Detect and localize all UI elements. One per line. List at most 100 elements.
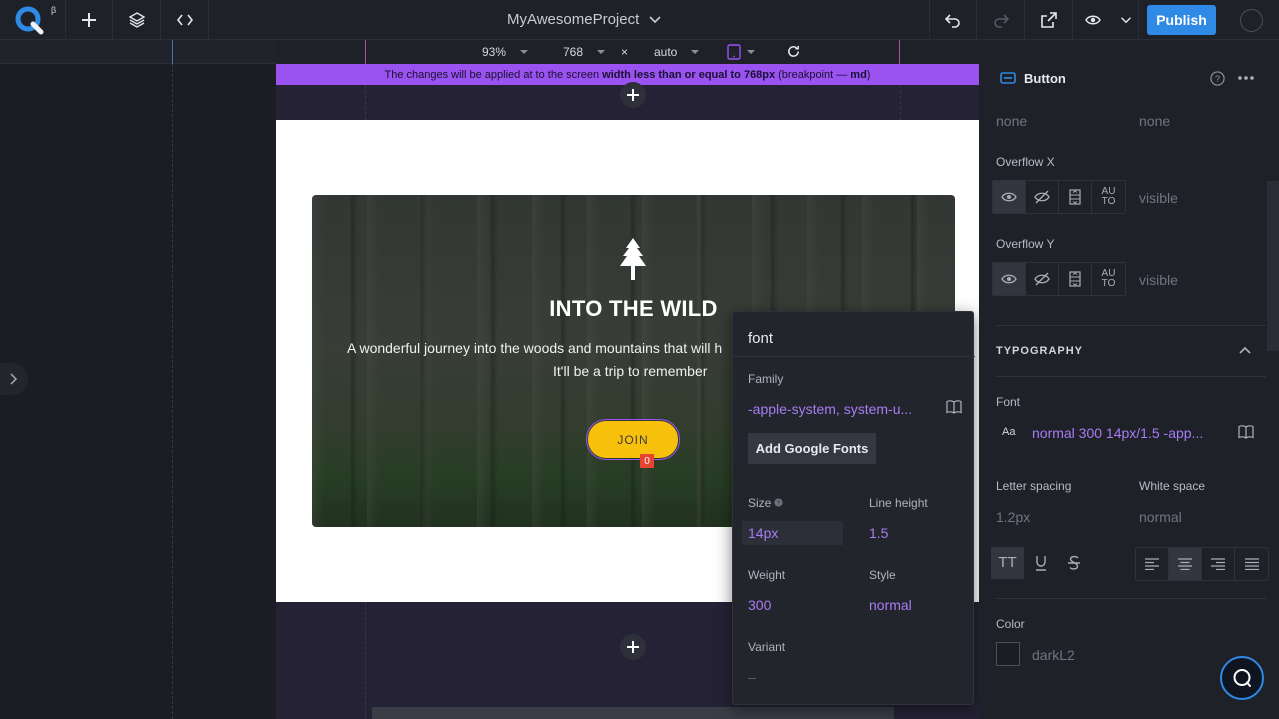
caret-down-icon [691, 50, 700, 54]
code-icon[interactable] [161, 0, 209, 40]
scroll-icon[interactable] [1059, 181, 1092, 213]
book-icon[interactable] [946, 400, 962, 414]
undo-icon[interactable] [929, 0, 977, 40]
divider [733, 356, 975, 357]
breakpoint-prefix: The changes will be applied at to the sc… [384, 68, 600, 81]
user-avatar[interactable] [1240, 9, 1263, 32]
color-value[interactable]: darkL2 [1032, 647, 1075, 663]
typography-section-title[interactable]: TYPOGRAPHY [996, 345, 1083, 357]
width-value: 768 [563, 45, 584, 59]
font-value[interactable]: normal 300 14px/1.5 -app... [1032, 425, 1203, 441]
letter-spacing-value[interactable]: 1.2px [996, 509, 1030, 525]
text-decoration-options: TT [991, 547, 1090, 579]
auto-overflow-option[interactable]: AU TO [1092, 263, 1125, 295]
family-value[interactable]: -apple-system, system-u... [748, 401, 912, 417]
auto-overflow-option[interactable]: AU TO [1092, 181, 1125, 213]
add-google-fonts-button[interactable]: Add Google Fonts [748, 433, 876, 464]
tree-icon [620, 238, 646, 280]
times-sign: × [621, 45, 628, 59]
weight-label: Weight [748, 568, 786, 582]
hidden-eye-slash-icon[interactable] [1026, 181, 1059, 213]
align-right-icon[interactable] [1202, 548, 1235, 580]
more-options-icon[interactable] [1238, 75, 1254, 81]
horizontal-scrollbar[interactable] [372, 707, 894, 719]
project-selector[interactable]: MyAwesomeProject [507, 11, 661, 28]
align-center-icon[interactable] [1169, 548, 1202, 580]
hero-description-line2: It'll be a trip to remember [553, 363, 708, 379]
frame-edge-marker [899, 40, 900, 64]
caret-down-icon [520, 50, 529, 54]
chevron-right-icon [10, 373, 18, 385]
visible-eye-icon[interactable] [993, 263, 1026, 295]
color-label: Color [996, 617, 1025, 631]
underline-icon[interactable] [1024, 547, 1057, 579]
uppercase-text: TT [998, 554, 1017, 571]
guide-line [365, 602, 366, 719]
book-icon[interactable] [1238, 425, 1254, 439]
publish-button[interactable]: Publish [1147, 5, 1216, 35]
none-value-right[interactable]: none [1139, 113, 1170, 129]
chat-bubble-icon [1233, 669, 1251, 687]
style-label: Style [869, 568, 896, 582]
join-button[interactable]: JOIN [586, 419, 680, 460]
button-component-icon [1000, 72, 1016, 84]
redo-icon[interactable] [977, 0, 1025, 40]
white-space-value[interactable]: normal [1139, 509, 1182, 525]
overflow-y-label: Overflow Y [996, 237, 1055, 251]
preview-menu-chevron-icon[interactable] [1113, 0, 1139, 40]
open-external-icon[interactable] [1025, 0, 1073, 40]
font-label: Font [996, 395, 1021, 409]
overflow-y-value[interactable]: visible [1139, 272, 1178, 288]
chat-support-button[interactable] [1220, 656, 1264, 700]
caret-down-icon [747, 50, 755, 54]
chevron-down-icon [649, 15, 661, 23]
height-select[interactable]: auto [654, 45, 700, 59]
overflow-x-label: Overflow X [996, 155, 1055, 169]
help-circle-icon[interactable]: ? [1210, 71, 1225, 86]
zoom-select[interactable]: 93% [482, 45, 529, 59]
family-label: Family [748, 372, 784, 386]
font-popup-title: font [748, 330, 774, 347]
breakpoint-mid: (breakpoint — [778, 68, 848, 81]
line-height-label: Line height [869, 496, 928, 510]
device-select[interactable] [727, 44, 755, 60]
project-name: MyAwesomeProject [507, 11, 640, 28]
text-align-options [1135, 547, 1269, 581]
overflow-y-options: AU TO [992, 262, 1126, 296]
add-section-button-bottom[interactable] [620, 634, 646, 660]
logo-icon[interactable] [14, 5, 46, 35]
line-height-value[interactable]: 1.5 [869, 525, 888, 541]
height-value: auto [654, 45, 678, 59]
overflow-x-value[interactable]: visible [1139, 190, 1178, 206]
add-icon[interactable] [65, 0, 113, 40]
uppercase-option[interactable]: TT [991, 547, 1024, 579]
breakpoint-name: md [850, 68, 867, 81]
visible-eye-icon[interactable] [993, 181, 1026, 213]
weight-value[interactable]: 300 [748, 597, 771, 613]
white-space-label: White space [1139, 479, 1206, 493]
align-justify-icon[interactable] [1235, 548, 1268, 580]
color-swatch[interactable] [996, 642, 1020, 666]
hidden-eye-slash-icon[interactable] [1026, 263, 1059, 295]
size-value: 14px [748, 525, 779, 541]
preview-eye-icon[interactable] [1073, 0, 1113, 40]
panel-scrollbar[interactable] [1267, 181, 1279, 351]
auto-text: AU TO [1101, 268, 1116, 289]
refresh-icon[interactable] [786, 44, 801, 59]
add-section-button-top[interactable] [620, 82, 646, 108]
scroll-icon[interactable] [1059, 263, 1092, 295]
width-select[interactable]: 768 [563, 45, 606, 59]
none-value-left[interactable]: none [996, 113, 1027, 129]
letter-spacing-label: Letter spacing [996, 479, 1072, 493]
font-popup: font Family -apple-system, system-u... A… [732, 311, 975, 705]
layers-icon[interactable] [113, 0, 161, 40]
divider [996, 376, 1266, 377]
chevron-up-icon[interactable] [1239, 346, 1251, 354]
help-icon[interactable]: ? [774, 498, 783, 507]
strikethrough-icon[interactable] [1057, 547, 1090, 579]
style-value[interactable]: normal [869, 597, 912, 613]
variant-label: Variant [748, 640, 786, 654]
overflow-x-options: AU TO [992, 180, 1126, 214]
align-left-icon[interactable] [1136, 548, 1169, 580]
variant-value[interactable]: – [748, 669, 756, 685]
